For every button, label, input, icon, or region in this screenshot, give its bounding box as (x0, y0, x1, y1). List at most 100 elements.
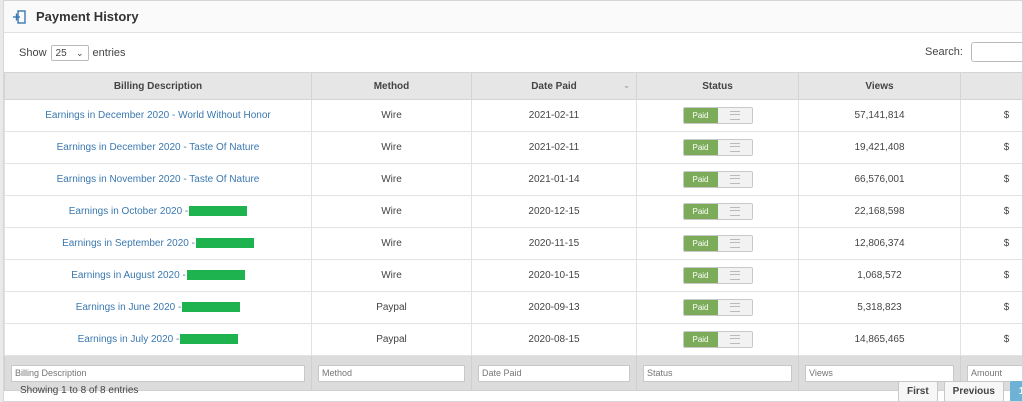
filter-cell (311, 355, 472, 391)
date-paid-cell: 2021-02-11 (471, 99, 637, 132)
search-control: Search: (925, 42, 1022, 62)
filter-cell (636, 355, 799, 391)
search-input[interactable] (970, 42, 1022, 62)
date-paid-filter[interactable] (478, 364, 630, 382)
status-menu[interactable] (717, 300, 752, 315)
entries-label: entries (92, 47, 126, 59)
billing-description-filter[interactable] (11, 364, 305, 382)
amount-cell: $ (960, 323, 1022, 356)
status-toggle[interactable]: Paid (682, 235, 753, 252)
billing-description-link[interactable]: Earnings in October 2020 - (69, 206, 189, 217)
page-1-button[interactable]: 1 (1009, 381, 1022, 401)
status-toggle[interactable]: Paid (682, 107, 753, 124)
redaction-block (195, 238, 254, 249)
menu-icon (729, 303, 740, 312)
status-menu[interactable] (717, 108, 752, 123)
method-cell: Wire (311, 163, 472, 196)
billing-description-link[interactable]: Earnings in August 2020 - (71, 270, 186, 281)
status-toggle[interactable]: Paid (682, 331, 753, 348)
amount-cell: $ (960, 195, 1022, 228)
menu-icon (729, 271, 740, 280)
column-header-method[interactable]: Method (311, 72, 472, 100)
table-row: Earnings in October 2020 - Wire 2020-12-… (4, 195, 1022, 228)
column-header-views[interactable]: Views (798, 72, 961, 100)
billing-description-link[interactable]: Earnings in July 2020 - (78, 334, 180, 345)
date-paid-cell: 2020-10-15 (471, 259, 637, 292)
entries-length-control: Show 25 ⌄ entries (19, 45, 126, 61)
billing-description-cell[interactable]: Earnings in June 2020 - (4, 291, 312, 324)
status-toggle[interactable]: Paid (682, 171, 753, 188)
panel-header: Payment History (4, 1, 1022, 33)
table-row: Earnings in December 2020 - Taste Of Nat… (4, 131, 1022, 164)
method-filter[interactable] (318, 364, 465, 382)
amount-filter[interactable] (967, 364, 1022, 382)
method-cell: Wire (311, 99, 472, 132)
billing-description-link[interactable]: Earnings in November 2020 - Taste Of Nat… (57, 174, 260, 185)
billing-description-cell[interactable]: Earnings in November 2020 - Taste Of Nat… (4, 163, 312, 196)
paid-badge: Paid (683, 332, 718, 347)
paid-badge: Paid (683, 140, 718, 155)
paid-badge: Paid (683, 172, 718, 187)
views-cell: 14,865,465 (798, 323, 961, 356)
status-filter[interactable] (643, 364, 792, 382)
billing-description-cell[interactable]: Earnings in December 2020 - World Withou… (4, 99, 312, 132)
payment-history-panel: Payment History Show 25 ⌄ entries Search… (3, 0, 1023, 402)
paid-badge: Paid (683, 268, 718, 283)
column-header-status[interactable]: Status (636, 72, 799, 100)
status-cell: Paid (636, 195, 799, 228)
paid-badge: Paid (683, 300, 718, 315)
status-menu[interactable] (717, 140, 752, 155)
status-menu[interactable] (717, 332, 752, 347)
billing-description-cell[interactable]: Earnings in September 2020 - (4, 227, 312, 260)
status-toggle[interactable]: Paid (682, 203, 753, 220)
column-header-amount[interactable] (960, 72, 1022, 100)
amount-cell: $ (960, 163, 1022, 196)
billing-description-cell[interactable]: Earnings in October 2020 - (4, 195, 312, 228)
status-cell: Paid (636, 259, 799, 292)
status-menu[interactable] (717, 236, 752, 251)
table-row: Earnings in December 2020 - World Withou… (4, 99, 1022, 132)
status-cell: Paid (636, 99, 799, 132)
column-header-date-paid[interactable]: Date Paid ⌄ (471, 72, 637, 100)
previous-page-button[interactable]: Previous (943, 381, 1004, 401)
method-cell: Wire (311, 227, 472, 260)
table-controls: Show 25 ⌄ entries Search: (19, 41, 1022, 65)
views-filter[interactable] (805, 364, 954, 382)
menu-icon (729, 239, 740, 248)
column-header-billing-description[interactable]: Billing Description (4, 72, 312, 100)
payment-table: Billing Description Method Date Paid ⌄ St… (4, 72, 1022, 391)
status-toggle[interactable]: Paid (682, 139, 753, 156)
status-menu[interactable] (717, 172, 752, 187)
table-row: Earnings in July 2020 - Paypal 2020-08-1… (4, 323, 1022, 356)
status-cell: Paid (636, 291, 799, 324)
table-row: Earnings in August 2020 - Wire 2020-10-1… (4, 259, 1022, 292)
first-page-button[interactable]: First (898, 381, 938, 401)
page-title: Payment History (36, 9, 139, 24)
billing-description-link[interactable]: Earnings in December 2020 - World Withou… (45, 110, 270, 121)
entries-select[interactable]: 25 ⌄ (50, 45, 89, 61)
menu-icon (729, 207, 740, 216)
entries-select-value: 25 (55, 47, 67, 59)
method-cell: Paypal (311, 323, 472, 356)
amount-cell: $ (960, 259, 1022, 292)
amount-cell: $ (960, 291, 1022, 324)
billing-description-cell[interactable]: Earnings in July 2020 - (4, 323, 312, 356)
billing-description-link[interactable]: Earnings in December 2020 - Taste Of Nat… (57, 142, 260, 153)
show-label: Show (19, 47, 47, 59)
billing-description-cell[interactable]: Earnings in August 2020 - (4, 259, 312, 292)
status-toggle[interactable]: Paid (682, 267, 753, 284)
status-toggle[interactable]: Paid (682, 299, 753, 316)
views-cell: 66,576,001 (798, 163, 961, 196)
date-paid-cell: 2021-02-11 (471, 131, 637, 164)
menu-icon (729, 143, 740, 152)
billing-description-link[interactable]: Earnings in September 2020 - (62, 238, 195, 249)
table-row: Earnings in September 2020 - Wire 2020-1… (4, 227, 1022, 260)
status-menu[interactable] (717, 268, 752, 283)
sort-icon: ⌄ (623, 81, 630, 90)
method-cell: Wire (311, 195, 472, 228)
date-paid-cell: 2020-09-13 (471, 291, 637, 324)
status-menu[interactable] (717, 204, 752, 219)
billing-description-cell[interactable]: Earnings in December 2020 - Taste Of Nat… (4, 131, 312, 164)
date-paid-cell: 2020-08-15 (471, 323, 637, 356)
billing-description-link[interactable]: Earnings in June 2020 - (76, 302, 182, 313)
